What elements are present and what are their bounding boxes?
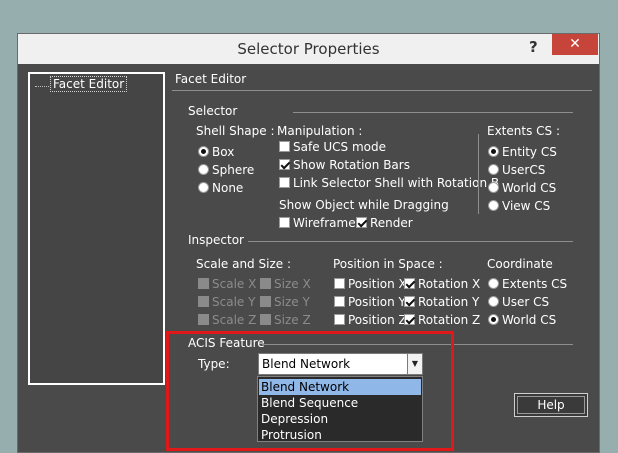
radio-coord-user-cs[interactable]: User CS (488, 294, 549, 309)
checkbox-scale-z[interactable]: Scale Z (198, 312, 256, 327)
radio-entity-cs[interactable]: Entity CS (488, 144, 557, 159)
checkbox-icon (260, 296, 271, 307)
checkbox-scale-x[interactable]: Scale X (198, 276, 256, 291)
tree-panel: Facet Editor (28, 72, 165, 385)
selector-group-title: Selector (188, 104, 238, 118)
checkbox-icon (279, 141, 290, 152)
checkbox-link-selector-shell[interactable]: Link Selector Shell with Rotation B (279, 175, 499, 190)
checkbox-icon (198, 296, 209, 307)
radio-icon (488, 200, 499, 211)
help-icon[interactable]: ? (529, 38, 538, 56)
checkbox-icon (279, 217, 290, 228)
checkbox-icon (356, 217, 367, 228)
checkbox-size-x[interactable]: Size X (260, 276, 311, 291)
checkbox-position-x[interactable]: Position X (334, 276, 407, 291)
tree-item-facet-editor[interactable]: Facet Editor (50, 76, 128, 92)
close-button[interactable]: ✕ (552, 34, 598, 55)
radio-icon (488, 164, 499, 175)
inspector-divider (248, 241, 573, 242)
checkbox-icon (334, 278, 345, 289)
manipulation-title: Manipulation : (277, 124, 363, 138)
help-button[interactable]: Help (514, 393, 588, 417)
checkbox-rotation-x[interactable]: Rotation X (404, 276, 480, 291)
radio-icon (488, 278, 499, 289)
extents-divider (478, 134, 479, 214)
checkbox-position-z[interactable]: Position Z (334, 312, 407, 327)
radio-icon (488, 296, 499, 307)
annotation-highlight-box (166, 331, 454, 451)
radio-icon (198, 182, 209, 193)
close-icon: ✕ (569, 36, 581, 52)
checkbox-size-y[interactable]: Size Y (260, 294, 310, 309)
checkbox-scale-y[interactable]: Scale Y (198, 294, 255, 309)
checkbox-size-z[interactable]: Size Z (260, 312, 311, 327)
radio-icon (198, 146, 209, 157)
position-title: Position in Space : (333, 257, 443, 271)
checkbox-icon (279, 159, 290, 170)
checkbox-icon (260, 278, 271, 289)
checkbox-icon (334, 314, 345, 325)
checkbox-icon (198, 314, 209, 325)
content-header: Facet Editor (175, 72, 247, 86)
tree-connector (35, 86, 49, 88)
checkbox-render[interactable]: Render (356, 215, 413, 230)
radio-icon (198, 164, 209, 175)
checkbox-wireframe[interactable]: Wireframe (279, 215, 356, 230)
radio-icon (488, 146, 499, 157)
header-divider (172, 90, 592, 91)
checkbox-icon (404, 278, 415, 289)
radio-coord-extents-cs[interactable]: Extents CS (488, 276, 567, 291)
checkbox-icon (279, 177, 290, 188)
checkbox-position-y[interactable]: Position Y (334, 294, 406, 309)
radio-icon (488, 314, 499, 325)
radio-view-cs[interactable]: View CS (488, 198, 550, 213)
checkbox-icon (198, 278, 209, 289)
checkbox-rotation-y[interactable]: Rotation Y (404, 294, 479, 309)
extents-cs-title: Extents CS : (487, 124, 561, 138)
radio-none[interactable]: None (198, 180, 243, 195)
selector-divider (293, 112, 573, 113)
radio-sphere[interactable]: Sphere (198, 162, 254, 177)
scale-size-title: Scale and Size : (196, 257, 291, 271)
title-bar[interactable]: Selector Properties ? ✕ (18, 34, 599, 64)
inspector-group-title: Inspector (188, 233, 244, 247)
checkbox-show-rotation-bars[interactable]: Show Rotation Bars (279, 157, 410, 172)
radio-coord-world-cs[interactable]: World CS (488, 312, 556, 327)
checkbox-icon (260, 314, 271, 325)
checkbox-icon (334, 296, 345, 307)
help-button-focus-frame (517, 396, 585, 414)
radio-box[interactable]: Box (198, 144, 234, 159)
checkbox-icon (404, 314, 415, 325)
coordinate-title: Coordinate (487, 257, 553, 271)
radio-user-cs[interactable]: UserCS (488, 162, 545, 177)
radio-world-cs[interactable]: World CS (488, 180, 556, 195)
window-title: Selector Properties (237, 40, 380, 58)
show-object-title: Show Object while Dragging (279, 198, 449, 212)
shell-shape-title: Shell Shape : (196, 124, 275, 138)
checkbox-rotation-z[interactable]: Rotation Z (404, 312, 480, 327)
radio-icon (488, 182, 499, 193)
checkbox-icon (404, 296, 415, 307)
checkbox-safe-ucs[interactable]: Safe UCS mode (279, 139, 386, 154)
